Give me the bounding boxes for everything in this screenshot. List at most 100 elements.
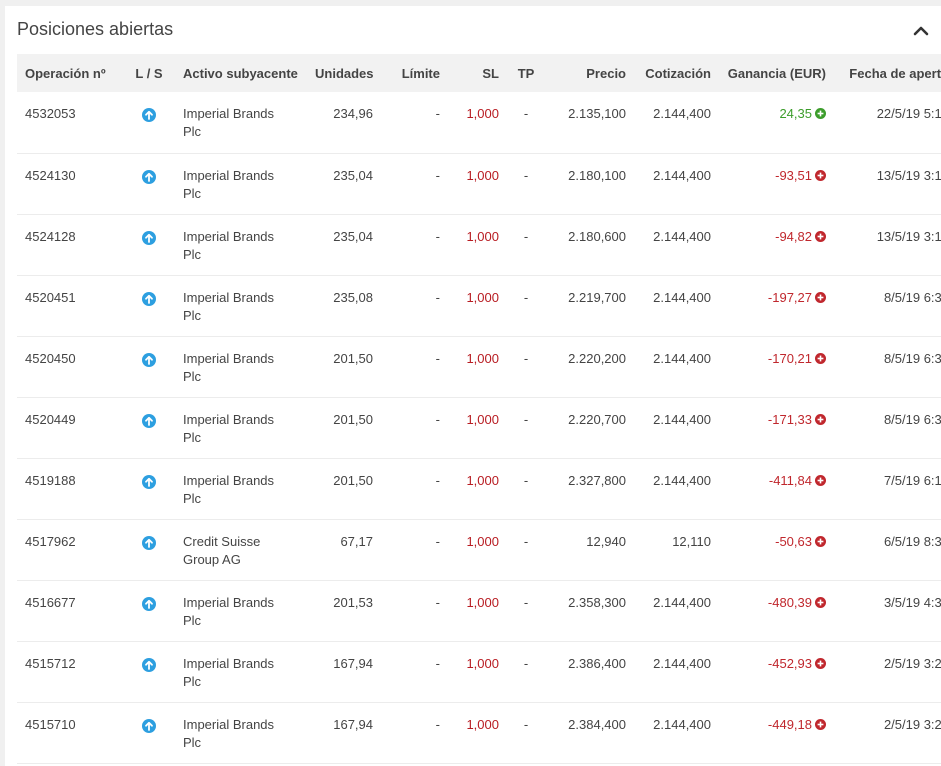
asset-name-line2: Plc bbox=[183, 307, 202, 323]
cell-asset: Imperial Brands Plc bbox=[175, 397, 307, 458]
table-row[interactable]: 4520449 Imperial Brands Plc 201,50 - 1,00… bbox=[17, 397, 941, 458]
cell-stop-loss[interactable]: 1,000 bbox=[448, 580, 507, 641]
close-position-plus-icon[interactable] bbox=[815, 108, 826, 119]
cell-stop-loss[interactable]: 1,000 bbox=[448, 702, 507, 763]
cell-limit[interactable]: - bbox=[381, 702, 448, 763]
asset-name-line2: Plc bbox=[183, 185, 202, 201]
cell-operation: 4515712 bbox=[25, 655, 76, 671]
close-position-plus-icon[interactable] bbox=[815, 474, 826, 486]
cell-take-profit[interactable]: - bbox=[507, 153, 545, 214]
col-header-quote[interactable]: Cotización bbox=[634, 54, 719, 92]
close-position-plus-icon[interactable] bbox=[815, 596, 826, 608]
col-header-price[interactable]: Precio bbox=[545, 54, 634, 92]
close-position-plus-icon[interactable] bbox=[815, 535, 826, 547]
cell-open-date: 8/5/19 6:35 bbox=[883, 289, 941, 305]
positions-table-container[interactable]: Operación nº L / S Activo subyacente Uni… bbox=[17, 54, 941, 764]
cell-limit[interactable]: - bbox=[381, 214, 448, 275]
cell-take-profit[interactable]: - bbox=[507, 92, 545, 153]
cell-gain: -452,93 bbox=[719, 641, 834, 702]
cell-limit[interactable]: - bbox=[381, 519, 448, 580]
cell-stop-loss[interactable]: 1,000 bbox=[448, 275, 507, 336]
cell-stop-loss[interactable]: 1,000 bbox=[448, 458, 507, 519]
cell-stop-loss[interactable]: 1,000 bbox=[448, 214, 507, 275]
cell-direction bbox=[123, 702, 175, 763]
cell-direction bbox=[123, 458, 175, 519]
cell-limit[interactable]: - bbox=[381, 92, 448, 153]
close-position-plus-icon[interactable] bbox=[815, 657, 826, 669]
cell-asset: Imperial Brands Plc bbox=[175, 275, 307, 336]
col-header-gain[interactable]: Ganancia (EUR) bbox=[719, 54, 834, 92]
col-header-ls[interactable]: L / S bbox=[123, 54, 175, 92]
cell-stop-loss[interactable]: 1,000 bbox=[448, 153, 507, 214]
table-row[interactable]: 4524130 Imperial Brands Plc 235,04 - 1,00… bbox=[17, 153, 941, 214]
col-header-limit[interactable]: Límite bbox=[381, 54, 448, 92]
cell-limit[interactable]: - bbox=[381, 275, 448, 336]
cell-take-profit[interactable]: - bbox=[507, 397, 545, 458]
cell-limit[interactable]: - bbox=[381, 458, 448, 519]
cell-price: 2.180,100 bbox=[568, 167, 626, 183]
close-position-plus-icon[interactable] bbox=[815, 169, 826, 181]
cell-quote: 2.144,400 bbox=[653, 655, 711, 671]
table-row[interactable]: 4520451 Imperial Brands Plc 235,08 - 1,00… bbox=[17, 275, 941, 336]
table-row[interactable]: 4516677 Imperial Brands Plc 201,53 - 1,00… bbox=[17, 580, 941, 641]
table-row[interactable]: 4519188 Imperial Brands Plc 201,50 - 1,00… bbox=[17, 458, 941, 519]
table-row[interactable]: 4524128 Imperial Brands Plc 235,04 - 1,00… bbox=[17, 214, 941, 275]
cell-stop-loss[interactable]: 1,000 bbox=[448, 519, 507, 580]
cell-units: 201,50 bbox=[333, 411, 373, 427]
long-arrow-up-icon bbox=[142, 291, 156, 306]
cell-price: 2.220,700 bbox=[568, 411, 626, 427]
gain-value: -480,39 bbox=[767, 594, 812, 610]
close-position-plus-icon[interactable] bbox=[815, 291, 826, 303]
cell-units: 235,08 bbox=[333, 289, 373, 305]
cell-take-profit[interactable]: - bbox=[507, 702, 545, 763]
cell-limit[interactable]: - bbox=[381, 641, 448, 702]
cell-limit[interactable]: - bbox=[381, 336, 448, 397]
long-arrow-up-icon bbox=[142, 352, 156, 367]
cell-take-profit[interactable]: - bbox=[507, 519, 545, 580]
col-header-asset[interactable]: Activo subyacente bbox=[175, 54, 307, 92]
cell-take-profit[interactable]: - bbox=[507, 580, 545, 641]
col-header-operation[interactable]: Operación nº bbox=[17, 54, 123, 92]
cell-gain: -170,21 bbox=[719, 336, 834, 397]
long-arrow-up-icon bbox=[142, 413, 156, 428]
cell-gain: -449,18 bbox=[719, 702, 834, 763]
close-position-plus-icon[interactable] bbox=[815, 230, 826, 242]
cell-take-profit[interactable]: - bbox=[507, 275, 545, 336]
close-position-plus-icon[interactable] bbox=[815, 718, 826, 730]
long-arrow-up-icon bbox=[142, 169, 156, 184]
asset-name-line2: Plc bbox=[183, 429, 202, 445]
col-header-tp[interactable]: TP bbox=[507, 54, 545, 92]
cell-gain: -411,84 bbox=[719, 458, 834, 519]
table-row[interactable]: 4517962 Credit Suisse Group AG 67,17 - 1,… bbox=[17, 519, 941, 580]
cell-limit[interactable]: - bbox=[381, 580, 448, 641]
cell-limit[interactable]: - bbox=[381, 397, 448, 458]
table-row[interactable]: 4520450 Imperial Brands Plc 201,50 - 1,00… bbox=[17, 336, 941, 397]
cell-stop-loss[interactable]: 1,000 bbox=[448, 397, 507, 458]
cell-take-profit[interactable]: - bbox=[507, 336, 545, 397]
table-row[interactable]: 4532053 Imperial Brands Plc 234,96 - 1,00… bbox=[17, 92, 941, 153]
cell-limit[interactable]: - bbox=[381, 153, 448, 214]
close-position-plus-icon[interactable] bbox=[815, 352, 826, 364]
close-position-plus-icon[interactable] bbox=[815, 413, 826, 425]
cell-direction bbox=[123, 153, 175, 214]
table-row[interactable]: 4515712 Imperial Brands Plc 167,94 - 1,00… bbox=[17, 641, 941, 702]
col-header-sl[interactable]: SL bbox=[448, 54, 507, 92]
cell-take-profit[interactable]: - bbox=[507, 641, 545, 702]
col-header-open-date[interactable]: Fecha de apertu bbox=[834, 54, 941, 92]
cell-stop-loss[interactable]: 1,000 bbox=[448, 641, 507, 702]
positions-table: Operación nº L / S Activo subyacente Uni… bbox=[17, 54, 941, 764]
collapse-chevron-up-icon[interactable] bbox=[911, 22, 931, 40]
cell-units: 167,94 bbox=[333, 655, 373, 671]
cell-gain: 24,35 bbox=[719, 92, 834, 153]
asset-name-line1: Imperial Brands bbox=[183, 289, 275, 305]
cell-quote: 2.144,400 bbox=[653, 106, 711, 121]
long-arrow-up-icon bbox=[142, 596, 156, 611]
cell-take-profit[interactable]: - bbox=[507, 214, 545, 275]
cell-stop-loss[interactable]: 1,000 bbox=[448, 92, 507, 153]
table-row[interactable]: 4515710 Imperial Brands Plc 167,94 - 1,00… bbox=[17, 702, 941, 763]
asset-name-line1: Imperial Brands bbox=[183, 350, 275, 366]
cell-operation: 4516677 bbox=[25, 594, 76, 610]
col-header-units[interactable]: Unidades bbox=[307, 54, 381, 92]
cell-take-profit[interactable]: - bbox=[507, 458, 545, 519]
cell-stop-loss[interactable]: 1,000 bbox=[448, 336, 507, 397]
